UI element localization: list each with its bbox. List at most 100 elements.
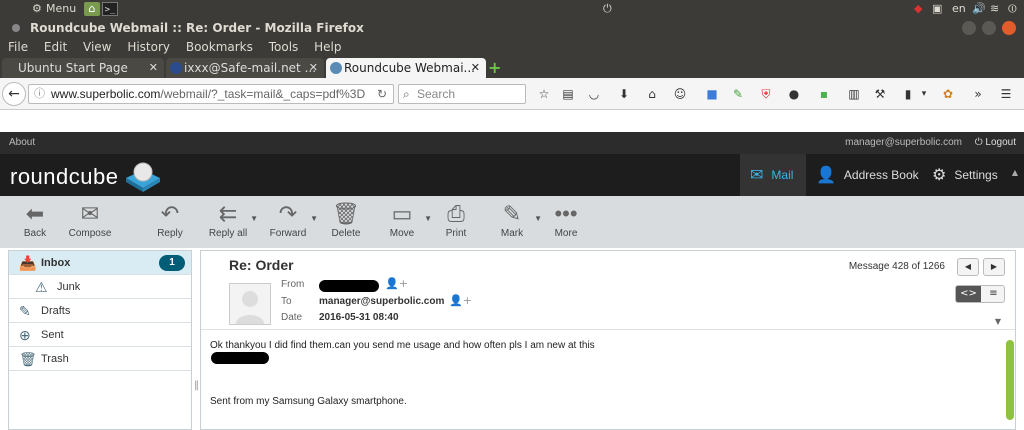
folder-trash[interactable]: 🗑 Trash <box>9 347 191 371</box>
language-indicator[interactable]: en <box>952 2 966 16</box>
reply-label: Reply <box>157 228 183 239</box>
new-tab-icon[interactable]: + <box>488 58 501 77</box>
add-contact-icon[interactable]: 👤+ <box>449 294 472 307</box>
move-button[interactable]: ▭ Move ▼ <box>376 200 432 239</box>
close-window-button[interactable] <box>1002 21 1016 35</box>
tab-ubuntu-start[interactable]: Ubuntu Start Page ✕ <box>2 58 164 78</box>
previous-message-button[interactable]: ◀ <box>957 258 979 276</box>
minimize-button[interactable] <box>962 21 976 35</box>
maximize-button[interactable] <box>982 21 996 35</box>
delete-button[interactable]: 🗑 Delete <box>320 200 372 239</box>
next-message-button[interactable]: ▶ <box>983 258 1005 276</box>
chevron-down-icon[interactable]: ▾ <box>916 86 932 102</box>
menu-view[interactable]: View <box>83 40 111 54</box>
home-icon[interactable]: ⌂ <box>644 86 660 102</box>
pocket-icon[interactable]: ◡ <box>586 86 602 102</box>
ublock-icon[interactable]: ⛨ <box>758 86 774 102</box>
menu-bookmarks[interactable]: Bookmarks <box>186 40 253 54</box>
clipboard-icon[interactable]: ▮ <box>900 86 916 102</box>
roundcube-favicon <box>330 62 342 74</box>
header-menu-arrow-icon[interactable]: ▲ <box>1012 168 1018 177</box>
menu-history[interactable]: History <box>127 40 170 54</box>
logout-button[interactable]: ⏻ Logout <box>975 132 1016 154</box>
notes-icon[interactable]: ▥ <box>846 86 862 102</box>
downloads-icon[interactable]: ⬇ <box>616 86 632 102</box>
url-bar[interactable]: ⓘ www.superbolic.com/webmail/?_task=mail… <box>28 84 394 104</box>
print-button[interactable]: ⎙ Print <box>430 200 482 239</box>
hamburger-menu-icon[interactable]: ☰ <box>998 86 1014 102</box>
add-contact-icon[interactable]: 👤+ <box>385 277 408 290</box>
tab-label: Roundcube Webmai... <box>344 61 475 75</box>
alert-icon[interactable]: ◆ <box>914 2 922 16</box>
addon-on-icon[interactable]: ▪ <box>816 86 832 102</box>
tools-icon[interactable]: ⚒ <box>872 86 888 102</box>
about-link[interactable]: About <box>9 132 35 154</box>
reply-button[interactable]: ↶ Reply <box>144 200 196 239</box>
disconnect-icon[interactable]: ● <box>786 86 802 102</box>
scrollbar[interactable] <box>1006 340 1014 420</box>
message-counter: Message 428 of 1266 <box>848 261 945 272</box>
reply-all-button[interactable]: ⇇ Reply all ▼ <box>202 200 258 239</box>
mark-label: Mark <box>500 228 524 239</box>
menu-help[interactable]: Help <box>314 40 341 54</box>
tab-label: ixxx@Safe-mail.net ... <box>184 61 317 75</box>
close-tab-icon[interactable]: ✕ <box>309 58 318 78</box>
mark-button[interactable]: ✎ Mark ▼ <box>486 200 542 239</box>
task-mail[interactable]: ✉ Mail <box>740 154 806 196</box>
window-controls <box>962 21 1016 35</box>
chevron-down-icon[interactable]: ▼ <box>250 214 258 223</box>
site-info-icon[interactable]: ⓘ <box>34 85 45 103</box>
terminal-icon[interactable]: >_ <box>102 2 118 16</box>
view-mode-toggle[interactable]: <> ≡ <box>955 285 1005 303</box>
tab-safe-mail[interactable]: ixxx@Safe-mail.net ... ✕ <box>166 58 324 78</box>
plain-text-view-icon[interactable]: ≡ <box>981 286 1006 302</box>
forward-button[interactable]: ↷ Forward ▼ <box>262 200 318 239</box>
search-input[interactable]: ⌕ Search <box>398 84 526 104</box>
sync-icon[interactable]: ✿ <box>940 86 956 102</box>
back-label: Back <box>23 228 47 239</box>
to-address[interactable]: manager@superbolic.com <box>319 296 444 307</box>
reading-list-icon[interactable]: ▤ <box>560 86 576 102</box>
chat-icon[interactable]: ☺ <box>672 86 688 102</box>
compose-button[interactable]: ✉ Compose <box>64 200 116 239</box>
roundcube-logo[interactable]: roundcube <box>10 164 118 190</box>
tab-roundcube[interactable]: Roundcube Webmai... ✕ <box>326 58 486 78</box>
reload-icon[interactable]: ↻ <box>377 85 387 103</box>
user-email: manager@superbolic.com <box>845 137 962 148</box>
overflow-chevron-icon[interactable]: » <box>970 86 986 102</box>
folder-move-icon: ▭ <box>391 201 413 226</box>
ubuntu-menu-icon[interactable]: ⚙ <box>32 2 42 15</box>
display-icon[interactable]: ▣ <box>932 2 942 16</box>
folder-drafts[interactable]: ✎ Drafts <box>9 299 191 323</box>
chevron-down-icon[interactable]: ▼ <box>310 214 318 223</box>
wifi-icon[interactable]: ≋ <box>990 2 999 16</box>
task-addressbook[interactable]: 👤 Address Book <box>816 154 922 196</box>
volume-icon[interactable]: 🔊 <box>972 2 986 16</box>
power-status-icon[interactable]: ⏻ <box>603 2 612 16</box>
menu-file[interactable]: File <box>8 40 28 54</box>
folder-inbox[interactable]: 📥 Inbox 1 <box>9 251 191 275</box>
evernote-icon[interactable]: ✎ <box>730 86 746 102</box>
home-folder-icon[interactable]: ⌂ <box>84 2 100 16</box>
html-view-icon[interactable]: <> <box>956 286 981 302</box>
task-settings[interactable]: ⚙ Settings <box>932 154 1018 196</box>
ubuntu-menu-label[interactable]: Menu <box>46 2 76 15</box>
extension-icon[interactable]: ■ <box>704 86 720 102</box>
bookmark-star-icon[interactable]: ☆ <box>536 86 552 102</box>
back-arrow-icon[interactable]: ← <box>2 82 26 106</box>
collapse-headers-icon[interactable]: ▼ <box>995 317 1001 326</box>
message-pane: Re: Order Message 428 of 1266 ◀ ▶ From 👤… <box>200 250 1016 430</box>
folder-junk[interactable]: ⚠ Junk <box>9 275 191 299</box>
session-icon[interactable]: ⏼ <box>1008 2 1017 16</box>
sent-icon: ⊕ <box>19 327 31 343</box>
folder-sent[interactable]: ⊕ Sent <box>9 323 191 347</box>
more-button[interactable]: ••• More <box>540 200 592 239</box>
menu-edit[interactable]: Edit <box>44 40 67 54</box>
printer-icon: ⎙ <box>447 201 465 226</box>
back-button[interactable]: ⬅ Back <box>9 200 61 239</box>
close-tab-icon[interactable]: ✕ <box>471 58 480 78</box>
menu-tools[interactable]: Tools <box>269 40 299 54</box>
print-label: Print <box>445 228 467 239</box>
pane-splitter[interactable]: ‖ <box>194 380 199 400</box>
close-tab-icon[interactable]: ✕ <box>149 58 158 78</box>
